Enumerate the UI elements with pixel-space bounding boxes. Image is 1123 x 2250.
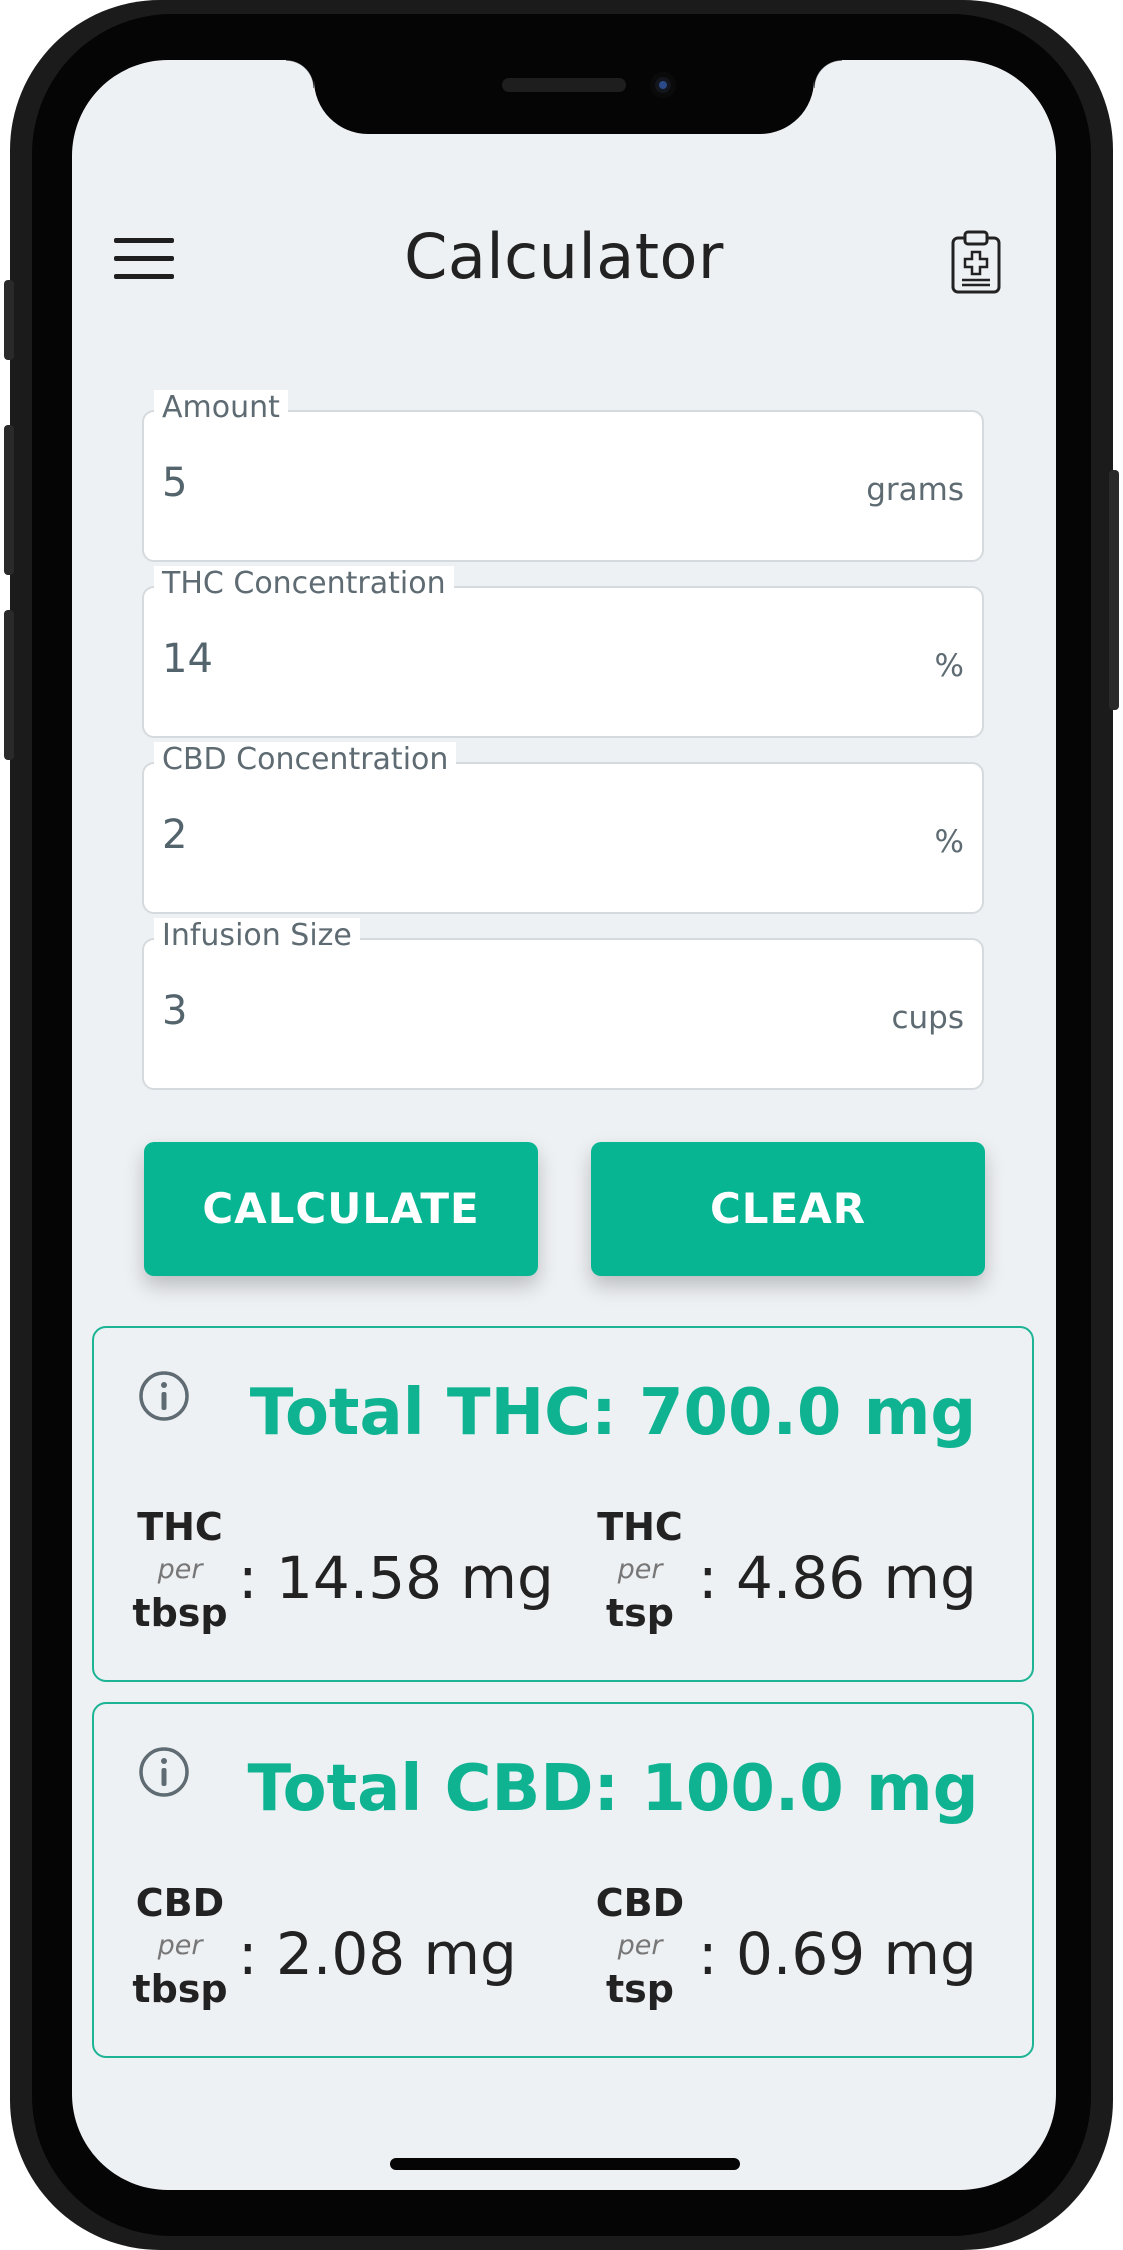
cbd-concentration-unit: % — [934, 824, 964, 860]
dose-label-per: per — [157, 1930, 203, 1961]
cbd-results-card: Total CBD: 100.0 mg CBD per tbsp : 2.08 … — [92, 1702, 1034, 2058]
total-thc: Total THC: 700.0 mg — [249, 1376, 977, 1450]
infusion-size-label: Infusion Size — [154, 918, 360, 953]
notch — [286, 60, 842, 134]
power-button — [1109, 470, 1119, 710]
dose-label-unit: tbsp — [132, 1967, 228, 2011]
thc-concentration-field[interactable]: THC Concentration 14 % — [142, 566, 984, 738]
dose-label-unit: tbsp — [132, 1591, 228, 1635]
dose-label-unit: tsp — [606, 1591, 674, 1635]
thc-concentration-input[interactable]: 14 — [162, 636, 213, 682]
cbd-concentration-field[interactable]: CBD Concentration 2 % — [142, 742, 984, 914]
dose-label-top: CBD — [135, 1881, 225, 1925]
clear-button[interactable]: CLEAR — [591, 1142, 985, 1276]
front-camera — [650, 72, 676, 98]
calculate-button[interactable]: CALCULATE — [144, 1142, 538, 1276]
volume-up-button — [4, 425, 14, 575]
dose-label-top: THC — [137, 1505, 223, 1549]
app-screen: Calculator Amount 5 grams THC Concentrat… — [72, 60, 1056, 2190]
dose-value: : 0.69 mg — [698, 1920, 977, 1988]
dose-label-per: per — [157, 1554, 203, 1585]
info-icon[interactable] — [138, 1370, 190, 1422]
thc-concentration-unit: % — [934, 648, 964, 684]
dose-label-per: per — [617, 1554, 663, 1585]
infusion-size-unit: cups — [891, 1000, 964, 1036]
amount-input[interactable]: 5 — [162, 460, 187, 506]
dose-label-unit: tsp — [606, 1967, 674, 2011]
cbd-concentration-label: CBD Concentration — [154, 742, 457, 777]
thc-concentration-label: THC Concentration — [154, 566, 454, 601]
dose-value: : 2.08 mg — [238, 1920, 517, 1988]
infusion-size-field[interactable]: Infusion Size 3 cups — [142, 918, 984, 1090]
page-title: Calculator — [404, 220, 724, 293]
infusion-size-input[interactable]: 3 — [162, 988, 187, 1034]
dose-value: : 14.58 mg — [238, 1544, 554, 1612]
dose-value: : 4.86 mg — [698, 1544, 977, 1612]
dose-label-per: per — [617, 1930, 663, 1961]
dose-label-top: THC — [597, 1505, 683, 1549]
amount-unit: grams — [866, 472, 964, 508]
total-cbd: Total CBD: 100.0 mg — [247, 1752, 979, 1826]
mute-switch — [4, 280, 14, 360]
info-icon[interactable] — [138, 1746, 190, 1798]
cbd-concentration-input[interactable]: 2 — [162, 812, 187, 858]
medical-clipboard-icon[interactable] — [950, 230, 1002, 294]
amount-field[interactable]: Amount 5 grams — [142, 390, 984, 562]
volume-down-button — [4, 610, 14, 760]
home-indicator[interactable] — [390, 2158, 740, 2170]
amount-label: Amount — [154, 390, 288, 425]
dose-label-top: CBD — [595, 1881, 685, 1925]
speaker-grille — [502, 78, 626, 92]
thc-results-card: Total THC: 700.0 mg THC per tbsp : 14.58… — [92, 1326, 1034, 1682]
